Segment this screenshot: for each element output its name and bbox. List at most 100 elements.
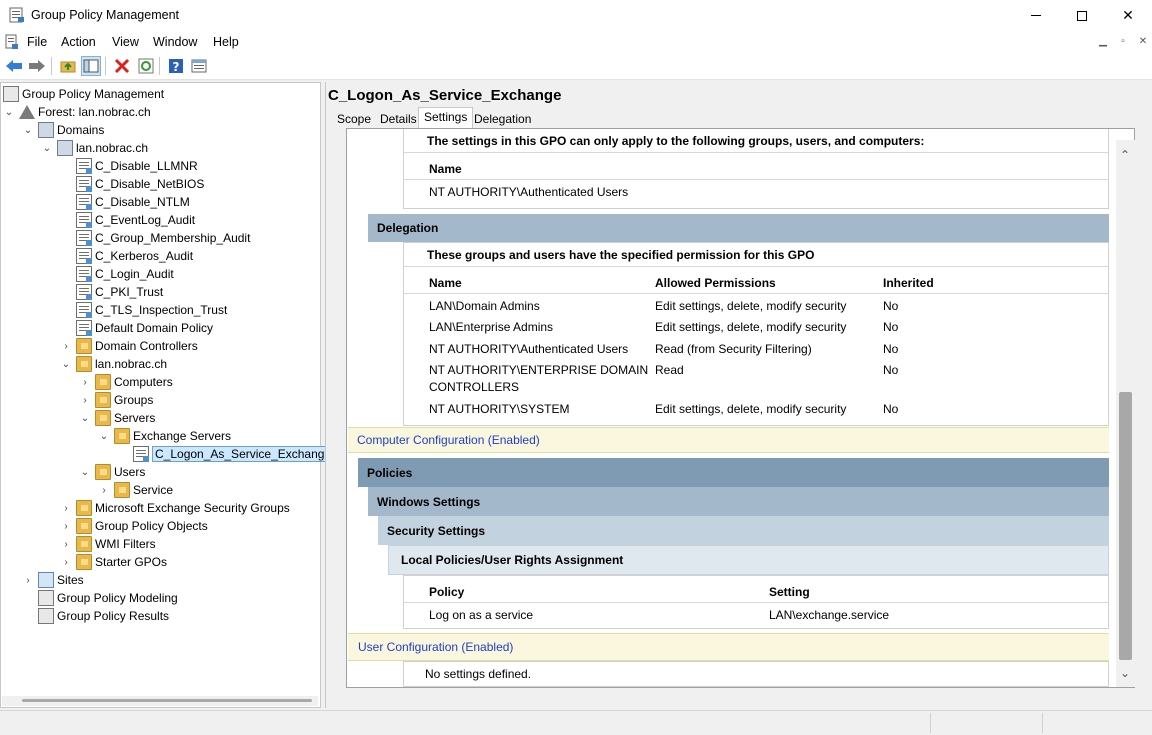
tree-item-gpo-link[interactable]: Default Domain Policy (76, 319, 213, 337)
tree-item-gpo-link[interactable]: C_Disable_NTLM (76, 193, 190, 211)
delegation-row-name: LAN\Enterprise Admins (429, 320, 554, 334)
chevron-down-icon[interactable]: ⌄ (3, 107, 15, 118)
menu-file[interactable]: File (27, 35, 47, 49)
gpo-link-icon (76, 158, 92, 174)
menu-help[interactable]: Help (213, 35, 239, 49)
scroll-up-icon[interactable]: ⌃ (1120, 148, 1130, 162)
tree-item-service[interactable]: › Service (98, 481, 173, 499)
tree-item-sites[interactable]: › Sites (22, 571, 84, 589)
properties-button[interactable] (189, 56, 209, 76)
delegation-row-inherited: No (883, 342, 899, 356)
minimize-button[interactable] (1013, 0, 1059, 31)
chevron-right-icon[interactable]: › (60, 503, 72, 514)
tree-item-modeling[interactable]: Group Policy Modeling (38, 589, 178, 607)
mdi-restore-button[interactable]: ▫ (1115, 35, 1131, 49)
scroll-down-icon[interactable]: ⌄ (1120, 666, 1130, 680)
chevron-down-icon[interactable]: ⌄ (41, 143, 53, 154)
folder-icon (76, 518, 92, 534)
tree-item-gpo-link[interactable]: C_Disable_LLMNR (76, 157, 198, 175)
security-name-header: Name (429, 162, 462, 176)
tab-scope[interactable]: Scope (331, 109, 377, 128)
properties-icon (191, 59, 207, 73)
tree-item-root[interactable]: Group Policy Management (3, 85, 164, 103)
tree-item-users[interactable]: ⌄ Users (79, 463, 145, 481)
gpo-link-icon (76, 212, 92, 228)
security-settings-heading[interactable]: Security Settings (378, 516, 1109, 545)
tree-item-servers[interactable]: ⌄ Servers (79, 409, 155, 427)
report-vertical-scrollbar[interactable]: ⌃ ⌄ (1116, 140, 1135, 687)
chevron-right-icon[interactable]: › (79, 377, 91, 388)
tree-item-computers[interactable]: › Computers (79, 373, 173, 391)
windows-settings-heading[interactable]: Windows Settings (368, 487, 1109, 516)
delegation-note: These groups and users have the specifie… (427, 248, 815, 262)
chevron-right-icon[interactable]: › (60, 341, 72, 352)
menu-view[interactable]: View (112, 35, 139, 49)
gpo-link-icon (76, 194, 92, 210)
tree-item-gpo-link[interactable]: C_Kerberos_Audit (76, 247, 193, 265)
show-hide-tree-button[interactable] (81, 56, 101, 76)
chevron-right-icon[interactable]: › (60, 557, 72, 568)
tree-item-groups[interactable]: › Groups (79, 391, 153, 409)
tree-item-gpo-link[interactable]: C_EventLog_Audit (76, 211, 195, 229)
chevron-right-icon[interactable]: › (60, 539, 72, 550)
tree-item-ms-exchange-groups[interactable]: › Microsoft Exchange Security Groups (60, 499, 290, 517)
maximize-button[interactable] (1059, 0, 1105, 31)
tree-item-gpo-link[interactable]: C_Login_Audit (76, 265, 174, 283)
tree-item-domain-controllers[interactable]: › Domain Controllers (60, 337, 198, 355)
mdi-minimize-button[interactable]: ▁ (1095, 35, 1111, 49)
back-button[interactable] (4, 56, 24, 76)
user-configuration-heading[interactable]: User Configuration (Enabled) (348, 633, 1109, 661)
computer-configuration-heading[interactable]: Computer Configuration (Enabled) (348, 427, 1109, 453)
chevron-down-icon[interactable]: ⌄ (98, 431, 110, 442)
chevron-right-icon[interactable]: › (60, 521, 72, 532)
tree-item-gpo-link[interactable]: C_Group_Membership_Audit (76, 229, 250, 247)
tree-item-forest[interactable]: ⌄ Forest: lan.nobrac.ch (3, 103, 151, 121)
tree-item-starter-gpos[interactable]: › Starter GPOs (60, 553, 167, 571)
help-button[interactable]: ? (166, 56, 186, 76)
refresh-button[interactable] (136, 56, 156, 76)
close-button[interactable]: ✕ (1105, 0, 1151, 31)
tree-item-selected-gpo[interactable]: C_Logon_As_Service_Exchange (133, 445, 335, 463)
tab-details[interactable]: Details (374, 109, 423, 128)
menu-action[interactable]: Action (61, 35, 96, 49)
chevron-down-icon[interactable]: ⌄ (79, 413, 91, 424)
chevron-right-icon[interactable]: › (22, 575, 34, 586)
tree-item-label: C_EventLog_Audit (95, 213, 196, 227)
forward-button[interactable] (27, 56, 47, 76)
delete-icon (114, 58, 130, 74)
tree-horizontal-scrollbar[interactable] (2, 696, 318, 706)
chevron-right-icon[interactable]: › (79, 395, 91, 406)
gpo-link-icon (76, 176, 92, 192)
tree-item-wmi-filters[interactable]: › WMI Filters (60, 535, 156, 553)
tree-item-exchange-servers[interactable]: ⌄ Exchange Servers (98, 427, 231, 445)
menu-window[interactable]: Window (153, 35, 197, 49)
policies-heading[interactable]: Policies (358, 458, 1109, 487)
chevron-down-icon[interactable]: ⌄ (22, 125, 34, 136)
scroll-thumb[interactable] (1119, 392, 1132, 660)
delete-button[interactable] (112, 56, 132, 76)
chevron-right-icon[interactable]: › (98, 485, 110, 496)
tree-item-gpo-link[interactable]: C_PKI_Trust (76, 283, 163, 301)
tree-item-results[interactable]: Group Policy Results (38, 607, 169, 625)
up-one-level-button[interactable] (58, 56, 78, 76)
tab-delegation[interactable]: Delegation (468, 109, 537, 128)
tree-item-domain[interactable]: ⌄ lan.nobrac.ch (41, 139, 148, 157)
tree-item-gpo-link[interactable]: C_TLS_Inspection_Trust (76, 301, 227, 319)
delegation-heading[interactable]: Delegation (368, 214, 1109, 242)
group-policy-management-icon (3, 86, 19, 102)
console-icon[interactable] (5, 34, 19, 50)
delegation-row-inherited: No (883, 363, 899, 377)
local-policies-heading[interactable]: Local Policies/User Rights Assignment (388, 545, 1109, 575)
tab-settings[interactable]: Settings (418, 107, 474, 129)
mdi-close-button[interactable]: ✕ (1135, 35, 1151, 49)
ou-folder-icon (95, 392, 111, 408)
security-name-value: NT AUTHORITY\Authenticated Users (429, 185, 629, 199)
tree-item-group-policy-objects[interactable]: › Group Policy Objects (60, 517, 208, 535)
tree-item-gpo-link[interactable]: C_Disable_NetBIOS (76, 175, 204, 193)
scroll-thumb[interactable] (22, 699, 312, 702)
chevron-down-icon[interactable]: ⌄ (79, 467, 91, 478)
tree-item-label: Default Domain Policy (95, 321, 214, 335)
tree-item-domains[interactable]: ⌄ Domains (22, 121, 104, 139)
chevron-down-icon[interactable]: ⌄ (60, 359, 72, 370)
tree-item-ou-root[interactable]: ⌄ lan.nobrac.ch (60, 355, 167, 373)
